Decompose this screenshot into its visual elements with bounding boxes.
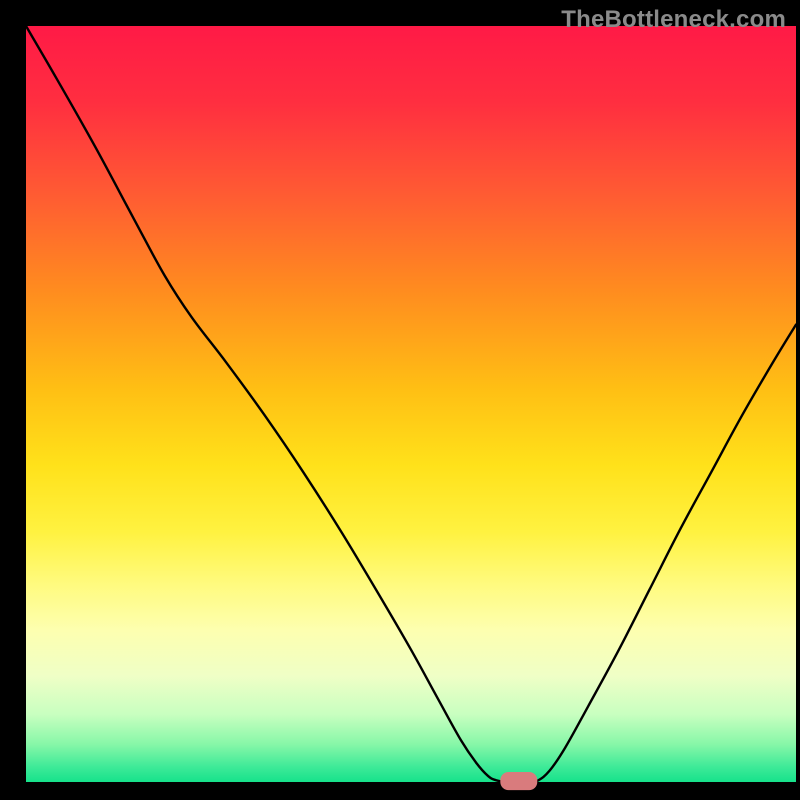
gradient-plot-area [26,26,796,782]
minimum-marker [500,772,537,790]
chart-container: { "watermark": "TheBottleneck.com", "cha… [0,0,800,800]
watermark-text: TheBottleneck.com [561,6,786,34]
bottleneck-chart [0,0,800,800]
